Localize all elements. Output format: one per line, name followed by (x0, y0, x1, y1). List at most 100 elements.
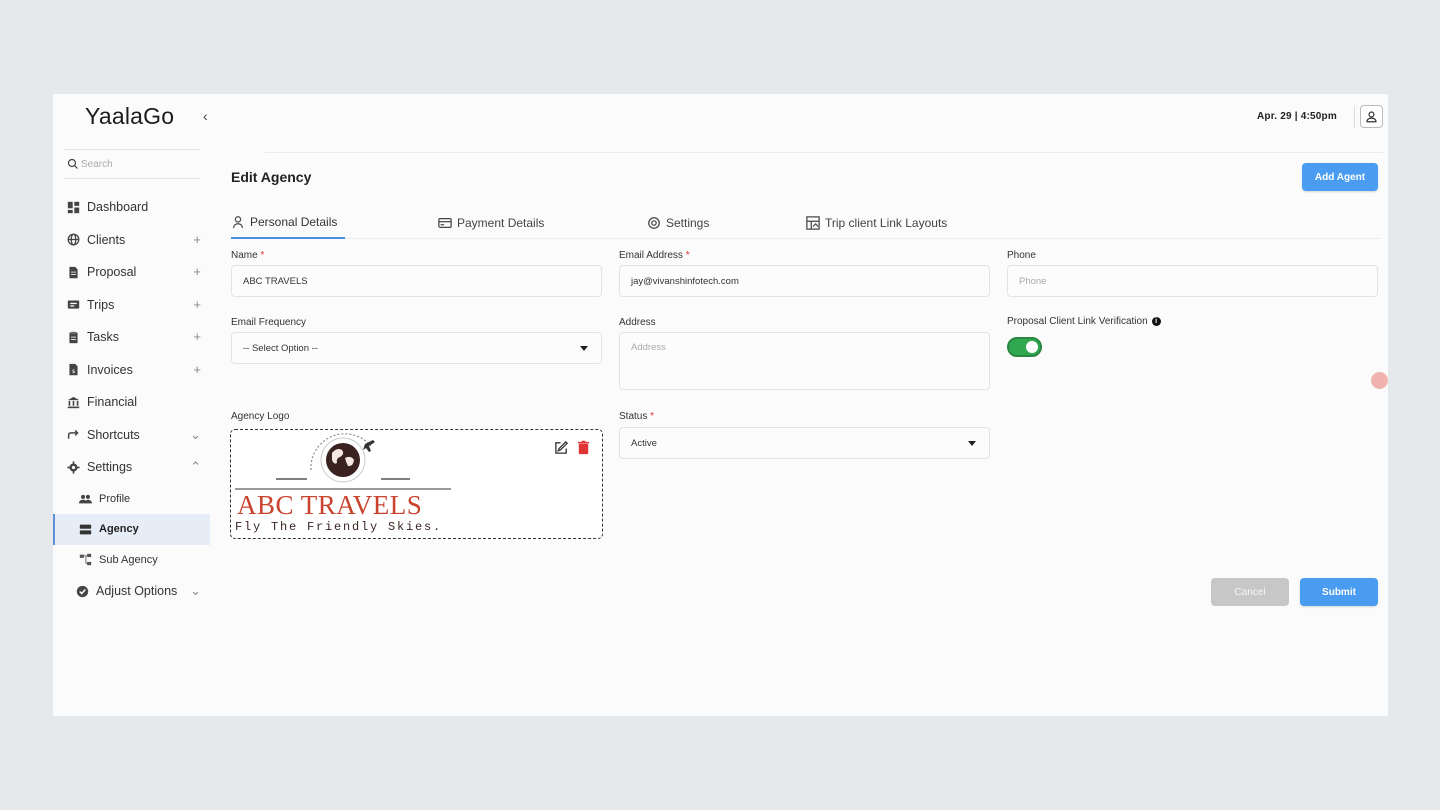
logo-tagline: Fly The Friendly Skies. (235, 520, 443, 534)
sidebar-item-proposal[interactable]: Proposal + (53, 256, 210, 289)
name-label: Name * (231, 250, 264, 261)
plus-icon[interactable]: + (193, 329, 201, 344)
phone-label: Phone (1007, 250, 1036, 261)
info-icon[interactable]: i (1151, 316, 1161, 326)
required-marker: * (650, 411, 655, 422)
globe-icon (66, 233, 80, 247)
svg-text:$: $ (71, 369, 75, 375)
tab-settings[interactable]: Settings (647, 206, 709, 239)
sidebar-item-label: Adjust Options (96, 584, 178, 599)
logo-actions (554, 440, 591, 455)
bank-icon (66, 395, 80, 409)
agency-logo-image: ABC TRAVELS Fly The Friendly Skies. (231, 430, 461, 538)
check-circle-icon (75, 584, 89, 598)
plus-icon[interactable]: + (193, 264, 201, 279)
sidebar-item-profile[interactable]: Profile (53, 484, 210, 515)
gear-icon (648, 216, 660, 229)
page-title: Edit Agency (231, 169, 312, 185)
search-icon (67, 158, 78, 169)
name-field[interactable]: ABC TRAVELS (231, 265, 602, 297)
users-icon (78, 492, 92, 506)
ticket-icon (66, 298, 80, 312)
email-label-text: Email Address (619, 250, 683, 261)
topbar-divider (1354, 106, 1355, 128)
sidebar: YaalaGo ‹ Dashboard Clients + Proposal + (53, 94, 210, 716)
tab-label: Payment Details (457, 215, 545, 230)
cancel-button[interactable]: Cancel (1211, 578, 1289, 606)
sidebar-item-label: Profile (99, 492, 131, 505)
sidebar-item-label: Sub Agency (99, 553, 158, 566)
sidebar-item-financial[interactable]: Financial (53, 386, 210, 419)
email-field[interactable]: jay@vivanshinfotech.com (619, 265, 990, 297)
floating-help-icon[interactable] (1371, 372, 1388, 389)
sidebar-item-clients[interactable]: Clients + (53, 224, 210, 257)
sidebar-item-label: Trips (87, 297, 115, 312)
address-label: Address (619, 317, 656, 328)
trash-icon[interactable] (576, 440, 591, 455)
tab-label: Settings (666, 215, 710, 230)
user-icon (1366, 111, 1377, 123)
server-icon (78, 522, 92, 536)
status-select[interactable]: Active (619, 427, 990, 459)
user-icon (233, 215, 243, 228)
tab-label: Personal Details (250, 214, 338, 229)
phone-field[interactable]: Phone (1007, 265, 1378, 297)
plus-icon[interactable]: + (193, 232, 201, 247)
required-marker: * (260, 250, 265, 261)
add-agent-button[interactable]: Add Agent (1302, 163, 1378, 191)
chevron-left-icon[interactable]: ‹ (203, 108, 208, 124)
sidebar-item-invoices[interactable]: $ Invoices + (53, 354, 210, 387)
clipboard-icon (66, 330, 80, 344)
credit-card-icon (438, 217, 452, 228)
required-marker: * (685, 250, 690, 261)
email-frequency-select[interactable]: -- Select Option -- (231, 332, 602, 364)
tab-label: Trip client Link Layouts (825, 215, 948, 230)
name-label-text: Name (231, 250, 258, 261)
sidebar-item-label: Proposal (87, 265, 137, 280)
tab-bar: Personal Details Payment Details Setting… (231, 206, 1381, 239)
verification-toggle[interactable] (1007, 337, 1042, 357)
agency-logo-upload[interactable]: ABC TRAVELS Fly The Friendly Skies. (230, 429, 603, 539)
sidebar-item-label: Clients (87, 232, 126, 247)
sidebar-item-shortcuts[interactable]: Shortcuts ⌄ (53, 419, 210, 452)
chevron-down-icon[interactable]: ⌄ (190, 583, 201, 599)
chevron-up-icon[interactable]: ⌃ (190, 459, 201, 475)
layout-icon (806, 215, 820, 230)
dashboard-icon (66, 200, 80, 214)
hierarchy-icon (78, 553, 92, 567)
sidebar-item-label: Agency (99, 523, 139, 536)
sidebar-item-trips[interactable]: Trips + (53, 289, 210, 322)
document-icon (66, 265, 80, 279)
search-box (64, 149, 200, 179)
sidebar-item-label: Invoices (87, 362, 133, 377)
address-textarea[interactable]: Address (619, 332, 990, 390)
status-label-text: Status (619, 411, 648, 422)
search-input[interactable] (81, 158, 191, 170)
edit-icon[interactable] (554, 440, 569, 455)
plus-icon[interactable]: + (193, 362, 201, 377)
sidebar-item-sub-agency[interactable]: Sub Agency (53, 545, 210, 576)
sidebar-item-label: Shortcuts (87, 427, 140, 442)
submit-button[interactable]: Submit (1300, 578, 1378, 606)
email-label: Email Address * (619, 250, 690, 261)
app-window: YaalaGo ‹ Dashboard Clients + Proposal + (53, 94, 1388, 716)
tab-personal-details[interactable]: Personal Details (231, 206, 345, 239)
sidebar-item-label: Financial (87, 395, 138, 410)
sidebar-item-agency[interactable]: Agency (53, 514, 210, 545)
sidebar-item-label: Tasks (87, 330, 119, 345)
chevron-down-icon[interactable]: ⌄ (190, 427, 201, 443)
sidebar-item-settings[interactable]: Settings ⌃ (53, 451, 210, 484)
user-menu-button[interactable] (1360, 105, 1383, 128)
sidebar-item-dashboard[interactable]: Dashboard (53, 191, 210, 224)
gear-icon (66, 460, 80, 474)
plus-icon[interactable]: + (193, 297, 201, 312)
verification-label-text: Proposal Client Link Verification (1007, 316, 1148, 327)
invoice-icon: $ (66, 363, 80, 377)
tab-payment-details[interactable]: Payment Details (438, 206, 544, 239)
sidebar-item-adjust-options[interactable]: Adjust Options ⌄ (53, 575, 210, 608)
sidebar-item-tasks[interactable]: Tasks + (53, 321, 210, 354)
header-divider (265, 152, 1383, 153)
status-label: Status * (619, 411, 654, 422)
sidebar-item-label: Dashboard (87, 200, 149, 215)
tab-trip-client-link-layouts[interactable]: Trip client Link Layouts (806, 206, 947, 239)
